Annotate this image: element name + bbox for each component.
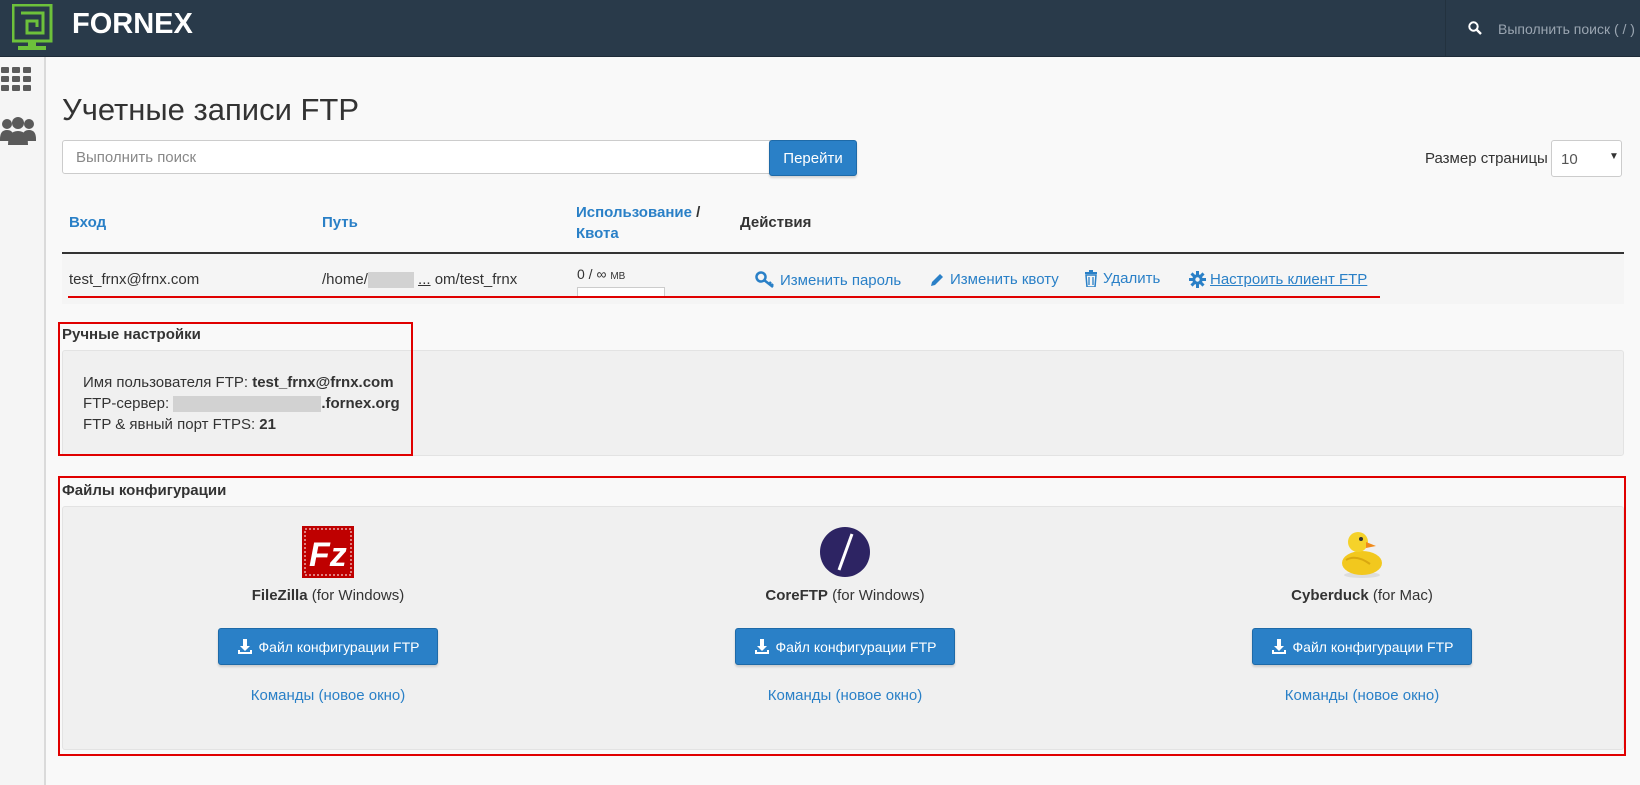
go-button[interactable]: Перейти xyxy=(769,140,857,176)
trash-icon xyxy=(1085,270,1097,287)
apps-grid-icon[interactable] xyxy=(0,66,34,97)
search-icon xyxy=(1468,21,1482,35)
path-expand-link[interactable]: ... xyxy=(418,271,431,288)
change-quota-link[interactable]: Изменить квоту xyxy=(929,271,1059,288)
global-search[interactable]: Выполнить поиск ( / ) xyxy=(1445,0,1640,56)
column-header-login[interactable]: Вход xyxy=(69,214,106,231)
brand-name: FORNEX xyxy=(72,8,193,40)
column-header-quota[interactable]: Квота xyxy=(576,225,619,242)
global-search-placeholder[interactable]: Выполнить поиск ( / ) xyxy=(1498,21,1635,37)
page-size-label: Размер страницы xyxy=(1425,150,1548,167)
column-header-slash: / xyxy=(696,204,701,221)
page-size-value: 10 xyxy=(1561,151,1578,168)
change-password-link[interactable]: Изменить пароль xyxy=(755,271,901,289)
usage-text: 0 / ∞ xyxy=(577,266,607,282)
users-icon[interactable] xyxy=(0,115,36,152)
pencil-icon xyxy=(931,273,943,286)
change-password-label[interactable]: Изменить пароль xyxy=(780,272,901,289)
row-path-end: om/test_frnx xyxy=(434,271,518,288)
page-size-select[interactable]: 10 ▼ xyxy=(1551,140,1622,177)
sidebar xyxy=(0,57,47,785)
usage-unit: MB xyxy=(610,271,626,282)
column-header-path[interactable]: Путь xyxy=(322,214,358,231)
page-title: Учетные записи FTP xyxy=(62,92,360,127)
delete-link[interactable]: Удалить xyxy=(1084,270,1160,287)
redacted-block xyxy=(367,272,414,289)
gear-icon xyxy=(1189,271,1206,288)
row-login: test_frnx@frnx.com xyxy=(69,271,200,288)
configure-ftp-client-link[interactable]: Настроить клиент FTP xyxy=(1189,271,1367,288)
row-path: /home/ ... om/test_frnx xyxy=(322,271,518,289)
row-usage: 0 / ∞ MB xyxy=(577,266,625,282)
row-path-start: /home/ xyxy=(322,271,368,288)
column-header-actions: Действия xyxy=(740,214,812,231)
column-header-usage: Использование / xyxy=(576,204,700,221)
top-bar: FORNEX Выполнить поиск ( / ) xyxy=(0,0,1640,57)
highlight-box-config xyxy=(58,476,1626,756)
highlight-underline xyxy=(68,296,1380,298)
column-header-usage-link[interactable]: Использование xyxy=(576,204,692,221)
change-quota-label[interactable]: Изменить квоту xyxy=(950,271,1059,288)
highlight-box-manual xyxy=(58,322,413,456)
configure-ftp-client-label[interactable]: Настроить клиент FTP xyxy=(1210,271,1367,288)
chevron-down-icon: ▼ xyxy=(1609,151,1619,162)
key-icon xyxy=(755,271,774,288)
delete-label[interactable]: Удалить xyxy=(1103,270,1160,287)
fornex-logo-icon[interactable] xyxy=(11,3,54,52)
search-input[interactable] xyxy=(62,140,792,174)
